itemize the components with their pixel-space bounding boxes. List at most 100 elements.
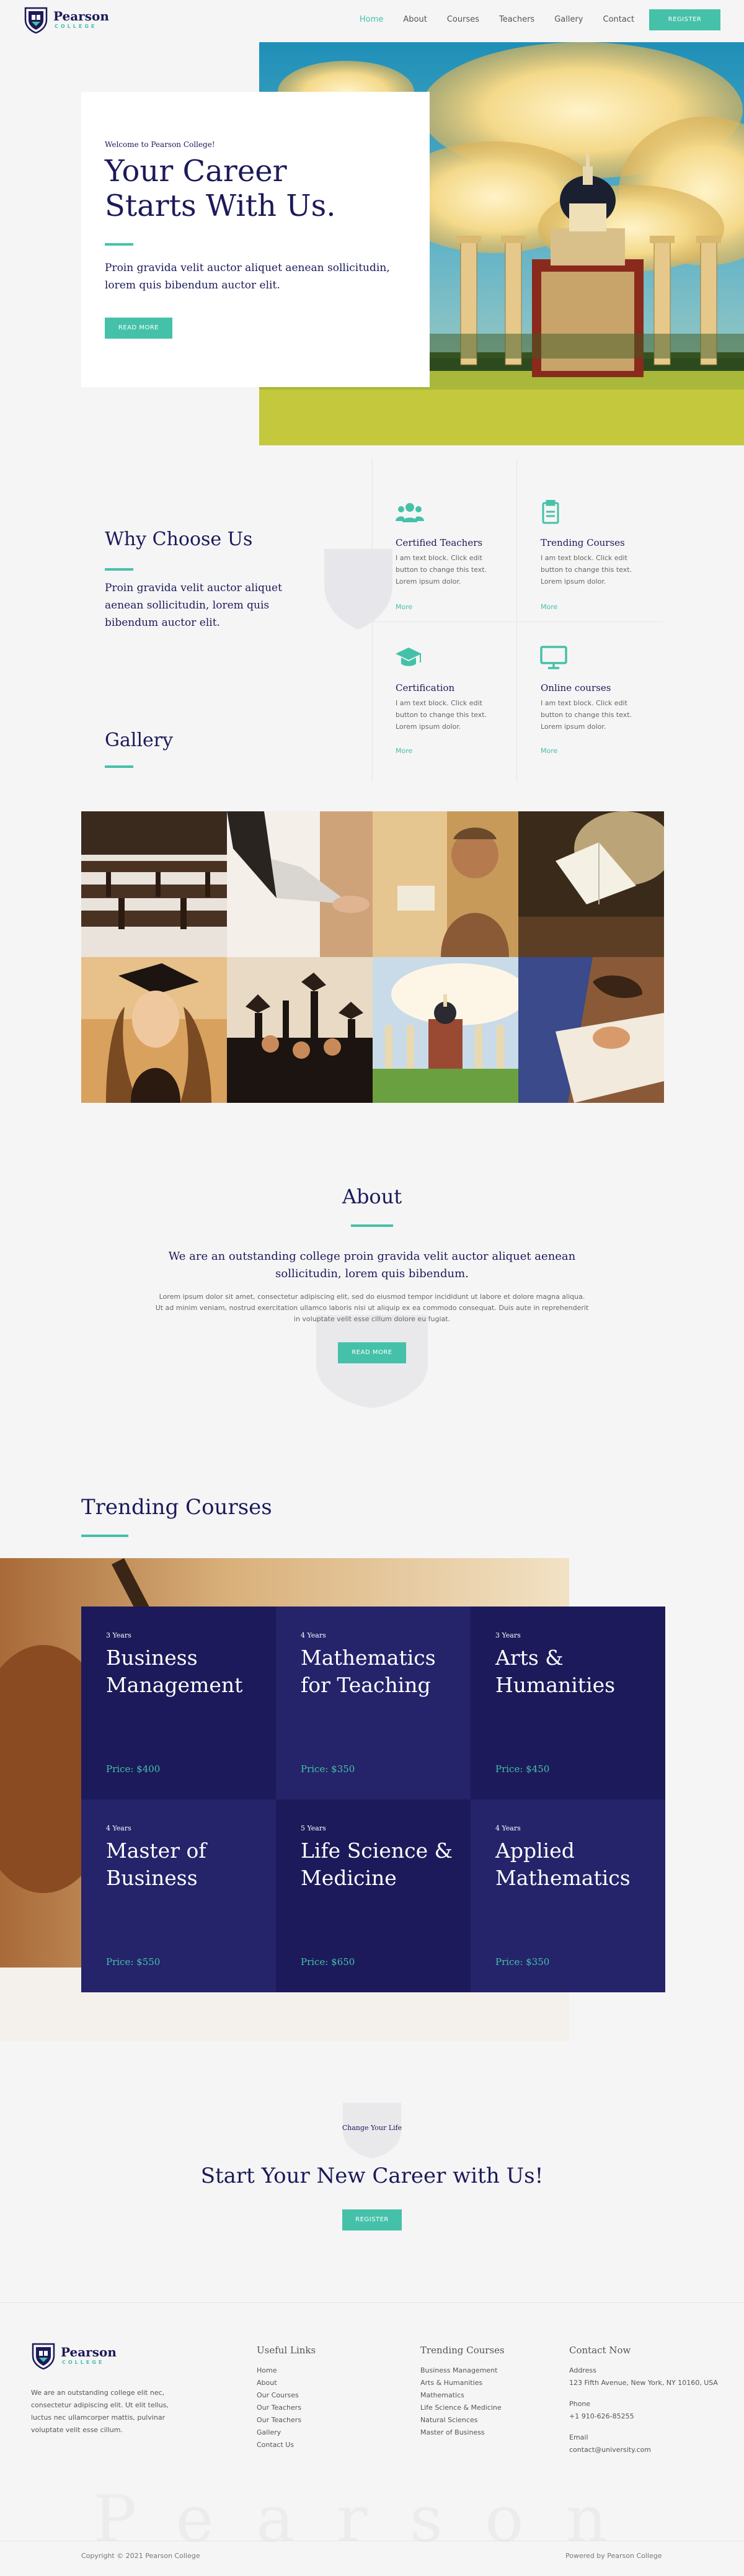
course-card-applied-mathematics[interactable]: 4 Years Applied Mathematics Price: $350	[471, 1799, 665, 1992]
footer-course-link[interactable]: Life Science & Medicine	[420, 2402, 502, 2414]
feature-title-certification: Certification	[396, 682, 455, 693]
footer-phone[interactable]: +1 910-626-85255	[569, 2410, 730, 2423]
course-card-master-business[interactable]: 4 Years Master of Business Price: $550	[81, 1799, 276, 1992]
gallery-accent-line	[105, 765, 133, 768]
cta-register-button[interactable]: REGISTER	[342, 2209, 402, 2231]
gallery-image-laptop[interactable]	[227, 811, 373, 957]
footer-trending-title: Trending Courses	[420, 2345, 505, 2356]
main-nav: Home About Courses Teachers Gallery Cont…	[360, 15, 654, 24]
cta-title: Start Your New Career with Us!	[200, 2164, 544, 2188]
hero-title: Your Career Starts With Us.	[105, 154, 336, 223]
logo-name[interactable]: Pearson	[53, 9, 109, 24]
gallery-image-graduate-woman[interactable]	[81, 957, 227, 1103]
gallery-image-graduation-caps[interactable]	[227, 957, 373, 1103]
gallery-image-book[interactable]	[518, 811, 664, 957]
footer-link-teachers-2[interactable]: Our Teachers	[257, 2414, 301, 2427]
course-duration: 5 Years	[301, 1824, 326, 1832]
nav-courses[interactable]: Courses	[447, 15, 479, 24]
feature-text-teachers: I am text block. Click edit button to ch…	[396, 554, 487, 586]
monitor-icon	[539, 645, 568, 670]
shield-watermark-icon	[321, 546, 396, 633]
about-body: Lorem ipsum dolor sit amet, consectetur …	[155, 1293, 589, 1323]
footer-course-link[interactable]: Master of Business	[420, 2427, 502, 2439]
course-price: Price: $400	[106, 1763, 161, 1775]
footer-link-home[interactable]: Home	[257, 2364, 301, 2377]
logo-shield-icon[interactable]	[24, 6, 48, 34]
hero-read-more-button[interactable]: READ MORE	[105, 318, 172, 339]
footer-link-about[interactable]: About	[257, 2377, 301, 2389]
feature-title-courses: Trending Courses	[541, 537, 625, 548]
nav-about[interactable]: About	[403, 15, 427, 24]
footer-about-text: We are an outstanding college elit nec, …	[31, 2389, 169, 2434]
gallery-image-campus[interactable]	[373, 957, 518, 1103]
why-accent-line	[105, 568, 133, 571]
footer-email-label: Email	[569, 2433, 588, 2441]
course-name: Business Management	[106, 1646, 243, 1697]
footer-phone-label: Phone	[569, 2400, 591, 2408]
gallery-image-classroom[interactable]	[81, 811, 227, 957]
footer-course-link[interactable]: Business Management	[420, 2364, 502, 2377]
about-accent-line	[351, 1224, 393, 1227]
hero-welcome: Welcome to Pearson College!	[105, 140, 215, 149]
header-register-button[interactable]: REGISTER	[649, 9, 720, 30]
about-read-more-button[interactable]: READ MORE	[338, 1342, 406, 1363]
feature-more-link-online[interactable]: More	[541, 747, 557, 755]
copyright-text: Copyright © 2021 Pearson College	[81, 2552, 200, 2560]
why-text: Proin gravida velit auctor aliquet aenea…	[105, 582, 282, 629]
footer-email[interactable]: contact@university.com	[569, 2444, 730, 2456]
gallery-image-writing[interactable]	[518, 957, 664, 1103]
why-choose-us-title: Why Choose Us	[105, 528, 253, 550]
course-name: Life Science & Medicine	[301, 1838, 453, 1890]
course-duration: 3 Years	[106, 1631, 131, 1639]
footer-address: 123 Fifth Avenue, New York, NY 10160, US…	[569, 2379, 718, 2387]
clipboard-icon	[539, 499, 568, 525]
graduation-cap-icon	[394, 645, 423, 670]
cta-subtitle: Change Your Life	[342, 2124, 402, 2132]
feature-more-link-teachers[interactable]: More	[396, 603, 412, 611]
footer-link-courses[interactable]: Our Courses	[257, 2389, 301, 2402]
course-card-arts-humanities[interactable]: 3 Years Arts & Humanities Price: $450	[471, 1607, 665, 1799]
feature-more-link-certification[interactable]: More	[396, 747, 412, 755]
teachers-icon	[396, 501, 424, 526]
features-divider-middle	[516, 459, 517, 782]
gallery-title: Gallery	[105, 729, 174, 751]
footer-logo-shield-icon[interactable]	[31, 2342, 56, 2370]
footer-course-link[interactable]: Natural Sciences	[420, 2414, 502, 2427]
course-price: Price: $350	[301, 1763, 355, 1775]
feature-text-certification: I am text block. Click edit button to ch…	[396, 699, 487, 731]
course-name: Arts & Humanities	[495, 1646, 616, 1697]
nav-home[interactable]: Home	[360, 15, 383, 24]
footer-useful-links-title: Useful Links	[257, 2345, 316, 2356]
feature-title-teachers: Certified Teachers	[396, 537, 483, 548]
feature-more-link-courses[interactable]: More	[541, 603, 557, 611]
course-price: Price: $550	[106, 1956, 161, 1968]
footer-course-link[interactable]: Mathematics	[420, 2389, 502, 2402]
hero-text: Proin gravida velit auctor aliquet aenea…	[105, 262, 390, 292]
nav-teachers[interactable]: Teachers	[499, 15, 534, 24]
course-card-business-management[interactable]: 3 Years Business Management Price: $400	[81, 1607, 276, 1799]
footer-logo-subtitle: COLLEGE	[62, 2360, 105, 2365]
footer-link-teachers[interactable]: Our Teachers	[257, 2402, 301, 2414]
footer-address-label: Address	[569, 2366, 596, 2374]
feature-text-courses: I am text block. Click edit button to ch…	[541, 554, 632, 586]
course-card-life-science[interactable]: 5 Years Life Science & Medicine Price: $…	[276, 1799, 471, 1992]
footer-link-contact[interactable]: Contact Us	[257, 2439, 301, 2451]
footer-useful-links: Home About Our Courses Our Teachers Our …	[257, 2364, 301, 2451]
gallery-image-student-reading[interactable]	[373, 811, 518, 957]
hero-accent-line	[105, 243, 133, 246]
course-card-mathematics-teaching[interactable]: 4 Years Mathematics for Teaching Price: …	[276, 1607, 471, 1799]
features-divider-left	[372, 459, 373, 782]
footer-logo-name[interactable]: Pearson	[61, 2345, 117, 2360]
footer-contact-title: Contact Now	[569, 2345, 631, 2356]
footer-link-gallery[interactable]: Gallery	[257, 2427, 301, 2439]
feature-text-online: I am text block. Click edit button to ch…	[541, 699, 632, 731]
about-title: About	[342, 1185, 402, 1208]
footer-top-divider	[0, 2302, 744, 2303]
course-price: Price: $350	[495, 1956, 550, 1968]
nav-gallery[interactable]: Gallery	[554, 15, 583, 24]
course-name: Master of Business	[106, 1838, 206, 1890]
powered-by-text: Powered by Pearson College	[565, 2552, 662, 2560]
course-duration: 4 Years	[106, 1824, 131, 1832]
footer-course-link[interactable]: Arts & Humanities	[420, 2377, 502, 2389]
nav-contact[interactable]: Contact	[603, 15, 635, 24]
